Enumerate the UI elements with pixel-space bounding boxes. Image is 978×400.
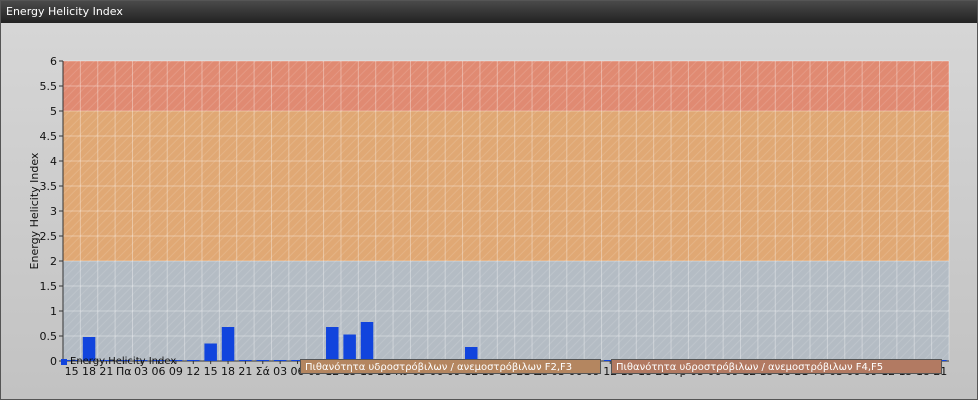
- y-tick-label: 5.5: [40, 80, 58, 93]
- bar: [343, 334, 356, 361]
- legend-swatch: [61, 358, 67, 365]
- y-tick-label: 0.5: [40, 330, 58, 343]
- y-tick-label: 1: [50, 305, 57, 318]
- bar: [273, 360, 287, 361]
- bar: [204, 343, 217, 361]
- energy-helicity-chart: 0 0.5 1 1.5 2 2.5 3 3.5 4 4.5 5 5.5 6 Energy Helicity…: [28, 55, 950, 378]
- chart-panel: Energy Helicity Index 0 0.5 1 1.5 2 2.5 3 3.5 4 4…: [0, 0, 978, 400]
- y-tick-label: 6: [50, 55, 57, 68]
- y-axis-label: Energy Helicity Index: [28, 152, 41, 269]
- bar: [239, 360, 252, 361]
- y-tick-label: 3: [50, 205, 57, 218]
- x-tick-label: 12: [186, 365, 200, 378]
- x-tick-label: 03: [273, 365, 287, 378]
- legend-label: Energy Helicity Index: [70, 356, 177, 367]
- y-tick-label: 2.5: [40, 230, 58, 243]
- band-label-f4f5: Πιθανότητα υδροστρόβιλων / ανεμοστρόβιλω…: [611, 359, 942, 374]
- y-tick-label: 2: [50, 255, 57, 268]
- y-tick-label: 0: [50, 355, 57, 368]
- bar: [221, 327, 235, 361]
- bar: [187, 360, 200, 361]
- y-tick-label: 4.5: [40, 130, 58, 143]
- y-tick-label: 1.5: [40, 280, 58, 293]
- x-tick-label: Σά: [256, 365, 270, 378]
- legend[interactable]: Energy Helicity Index: [61, 356, 176, 367]
- y-tick-label: 4: [50, 155, 57, 168]
- x-tick-label: 15: [204, 365, 218, 378]
- bar: [326, 327, 339, 361]
- y-tick-label: 3.5: [40, 180, 58, 193]
- x-tick-label: 21: [238, 365, 252, 378]
- bar: [360, 322, 374, 361]
- y-tick-label: 5: [50, 105, 57, 118]
- band-label-f2f3: Πιθανότητα υδροστρόβιλων / ανεμοστρόβιλω…: [300, 359, 601, 374]
- x-tick-label: 18: [221, 365, 235, 378]
- bar: [256, 360, 270, 361]
